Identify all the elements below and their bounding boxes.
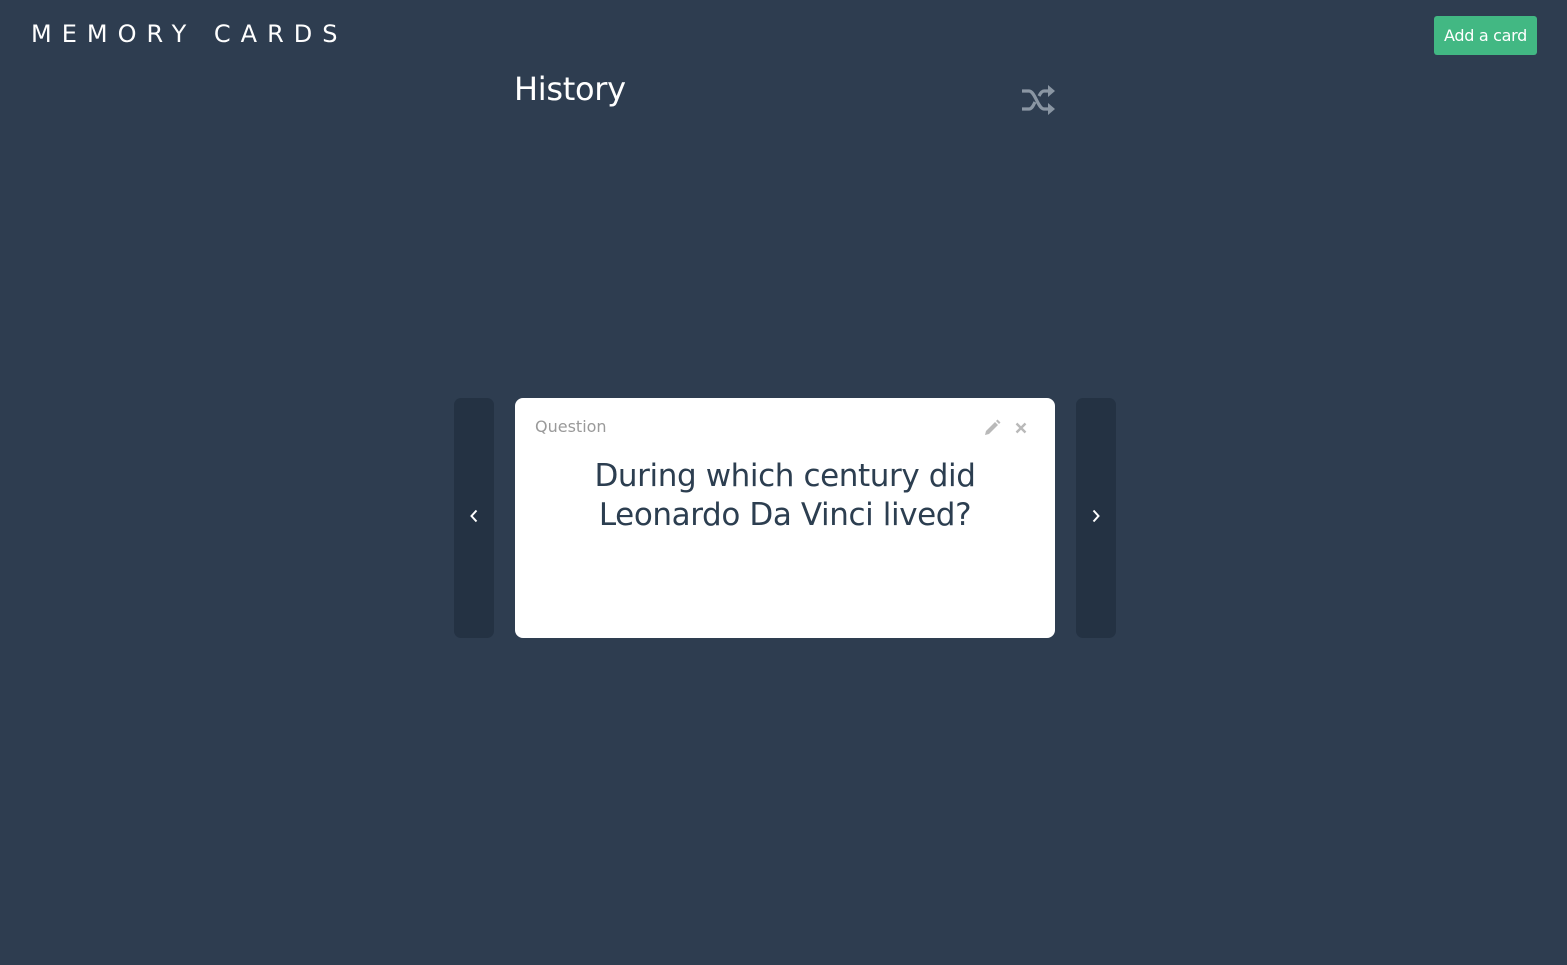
card-side-label: Question [535,417,607,436]
pencil-icon[interactable] [982,418,1002,438]
shuffle-icon[interactable] [1020,84,1056,116]
chevron-left-icon [468,508,480,528]
close-icon[interactable] [1012,419,1030,437]
card-question-text: During which century did Leonardo Da Vin… [594,458,976,533]
add-card-button[interactable]: Add a card [1433,16,1537,55]
memory-card[interactable]: Question During which century did Leonar… [515,398,1055,638]
deck-title: History [514,70,626,108]
next-card-button[interactable] [1076,398,1116,638]
chevron-right-icon [1090,508,1102,528]
previous-card-button[interactable] [454,398,494,638]
app-root: MEMORY CARDS Add a card History Question [0,0,1567,965]
app-logo: MEMORY CARDS [31,20,348,48]
